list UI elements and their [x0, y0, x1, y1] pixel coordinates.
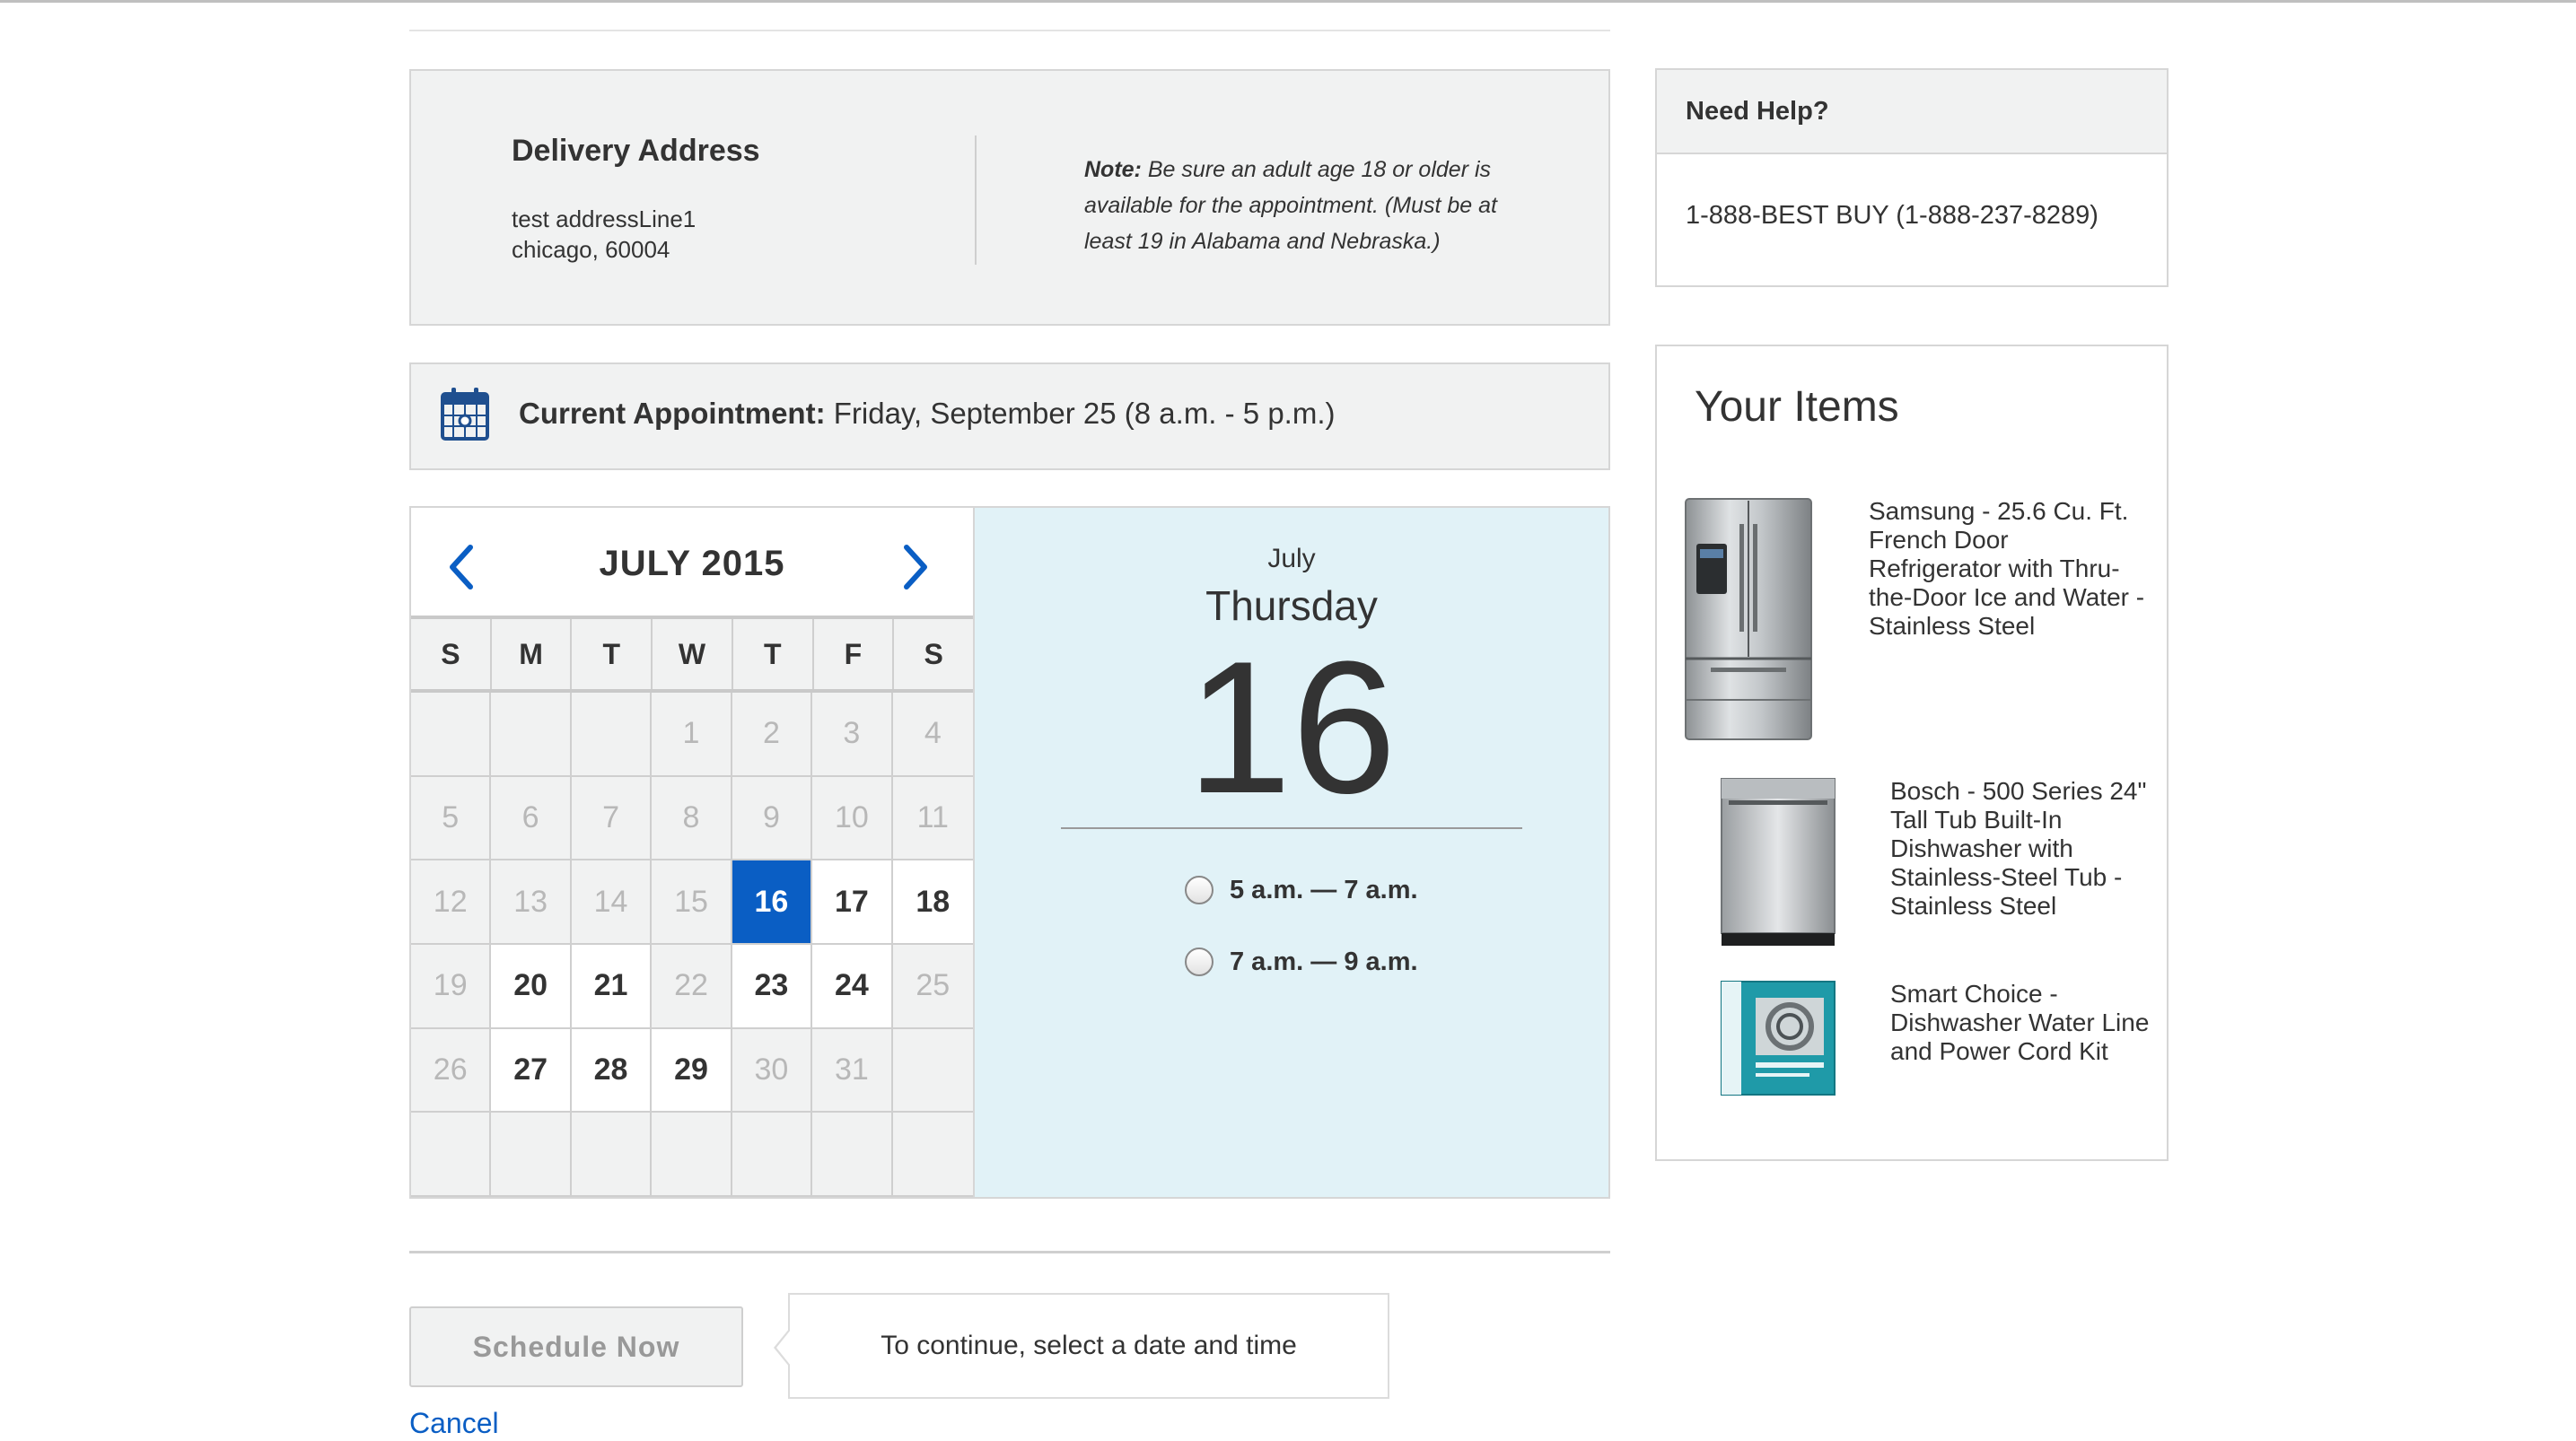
calendar-day: 5 — [411, 776, 492, 861]
calendar-day[interactable]: 20 — [491, 944, 572, 1029]
selected-date-panel: July Thursday 16 5 a.m. — 7 a.m. 7 a.m. … — [973, 506, 1610, 1199]
calendar-empty-cell — [411, 693, 492, 777]
address-divider — [975, 135, 977, 265]
weekday-header: S — [411, 619, 492, 689]
calendar-day[interactable]: 23 — [732, 944, 813, 1029]
calendar-day-grid: 1 2 3 4 5 6 7 8 9 10 11 12 13 14 15 16 17 18 19 20 21 22 23 24 2… — [411, 693, 973, 1197]
item-name: Samsung - 25.6 Cu. Ft. French Door Refri… — [1869, 497, 2145, 640]
calendar-empty-cell — [571, 1113, 653, 1197]
calendar-empty-cell — [732, 1113, 813, 1197]
hint-pointer-fill — [776, 1330, 791, 1366]
calendar-day: 11 — [892, 776, 973, 861]
note-label: Note: — [1084, 157, 1142, 182]
calendar-day[interactable]: 29 — [652, 1028, 732, 1114]
weekday-header: F — [814, 619, 895, 689]
calendar-day: 12 — [411, 860, 492, 945]
selected-date-divider — [1061, 827, 1522, 829]
weekday-header: T — [572, 619, 653, 689]
calendar-day: 10 — [812, 776, 893, 861]
time-slot-label: 5 a.m. — 7 a.m. — [1230, 875, 1418, 904]
calendar-empty-cell — [571, 693, 653, 777]
top-border — [0, 0, 2576, 3]
current-appointment-text: Current Appointment: Friday, September 2… — [519, 397, 1336, 431]
calendar-day: 15 — [652, 860, 732, 945]
need-help-header: Need Help? — [1657, 70, 2167, 154]
actions-divider — [409, 1251, 1610, 1253]
calendar-day: 6 — [491, 776, 572, 861]
calendar-day: 13 — [491, 860, 572, 945]
water-line-kit-image — [1720, 980, 1836, 1096]
weekday-header: T — [733, 619, 814, 689]
calendar-day: 22 — [652, 944, 732, 1029]
appointment-value: Friday, September 25 (8 a.m. - 5 p.m.) — [825, 397, 1336, 430]
refrigerator-image — [1684, 497, 1813, 741]
time-slot-radio[interactable] — [1185, 948, 1214, 976]
calendar-day[interactable]: 27 — [491, 1028, 572, 1114]
calendar-empty-cell — [491, 693, 572, 777]
calendar-day[interactable]: 17 — [812, 860, 893, 945]
time-slot-option[interactable]: 5 a.m. — 7 a.m. — [1185, 870, 1418, 910]
calendar-day: 25 — [892, 944, 973, 1029]
calendar-empty-cell — [812, 1113, 893, 1197]
item-name: Smart Choice - Dishwasher Water Line and… — [1890, 980, 2150, 1065]
calendar-empty-cell — [892, 1113, 973, 1197]
time-slot-label: 7 a.m. — 9 a.m. — [1230, 947, 1418, 976]
calendar-day: 4 — [892, 693, 973, 777]
help-phone-number: 1-888-BEST BUY (1-888-237-8289) — [1686, 201, 2098, 230]
cancel-link[interactable]: Cancel — [409, 1407, 499, 1440]
calendar-day: 3 — [812, 693, 893, 777]
calendar-day: 1 — [652, 693, 732, 777]
your-items-title: Your Items — [1695, 383, 1899, 431]
calendar-header: JULY 2015 — [411, 508, 973, 616]
calendar-empty-cell — [892, 1028, 973, 1114]
time-slot-radio[interactable] — [1185, 876, 1214, 904]
delivery-note: Note: Be sure an adult age 18 or older i… — [1084, 152, 1533, 259]
selection-hint: To continue, select a date and time — [788, 1293, 1389, 1399]
month-calendar: JULY 2015 SMTWTFS 1 2 3 4 5 6 7 8 9 10 11 12 13 14 15 1… — [409, 506, 975, 1199]
note-text: Be sure an adult age 18 or older is avai… — [1084, 157, 1497, 254]
need-help-title: Need Help? — [1686, 97, 1829, 126]
calendar-empty-cell — [652, 1113, 732, 1197]
calendar-day[interactable]: 28 — [571, 1028, 653, 1114]
appointment-label: Current Appointment: — [519, 397, 826, 430]
selected-day-number: 16 — [1187, 622, 1397, 833]
calendar-day[interactable]: 21 — [571, 944, 653, 1029]
weekday-header-row: SMTWTFS — [411, 616, 973, 693]
current-appointment-bar: Current Appointment: Friday, September 2… — [409, 362, 1610, 470]
schedule-now-button[interactable]: Schedule Now — [409, 1306, 743, 1387]
top-divider — [409, 30, 1610, 31]
calendar-day: 30 — [732, 1028, 813, 1114]
calendar-empty-cell — [411, 1113, 492, 1197]
delivery-address-panel: Delivery Address test addressLine1 chica… — [409, 69, 1610, 326]
selected-month: July — [1267, 544, 1316, 573]
weekday-header: W — [653, 619, 733, 689]
dishwasher-image — [1720, 777, 1836, 948]
calendar-day: 19 — [411, 944, 492, 1029]
next-month-button[interactable] — [896, 540, 935, 594]
need-help-panel: Need Help? 1-888-BEST BUY (1-888-237-828… — [1655, 68, 2169, 287]
calendar-day[interactable]: 18 — [892, 860, 973, 945]
calendar-day: 31 — [812, 1028, 893, 1114]
calendar-icon — [440, 386, 490, 441]
calendar-month-title: JULY 2015 — [599, 544, 785, 583]
item-name: Bosch - 500 Series 24" Tall Tub Built-In… — [1890, 777, 2147, 920]
calendar-day: 7 — [571, 776, 653, 861]
calendar-day: 9 — [732, 776, 813, 861]
calendar-day: 2 — [732, 693, 813, 777]
calendar-day[interactable]: 16 — [732, 860, 813, 945]
your-items-panel: Your Items Samsung - 25.6 Cu. Ft. French… — [1655, 345, 2169, 1161]
address-line-2: chicago, 60004 — [512, 236, 670, 263]
calendar-empty-cell — [491, 1113, 572, 1197]
calendar-day[interactable]: 24 — [812, 944, 893, 1029]
delivery-address-title: Delivery Address — [512, 134, 760, 168]
calendar-day: 14 — [571, 860, 653, 945]
weekday-header: M — [492, 619, 573, 689]
weekday-header: S — [924, 638, 943, 670]
calendar-day: 26 — [411, 1028, 492, 1114]
address-line-1: test addressLine1 — [512, 205, 697, 232]
time-slot-option[interactable]: 7 a.m. — 9 a.m. — [1185, 942, 1418, 982]
calendar-day: 8 — [652, 776, 732, 861]
